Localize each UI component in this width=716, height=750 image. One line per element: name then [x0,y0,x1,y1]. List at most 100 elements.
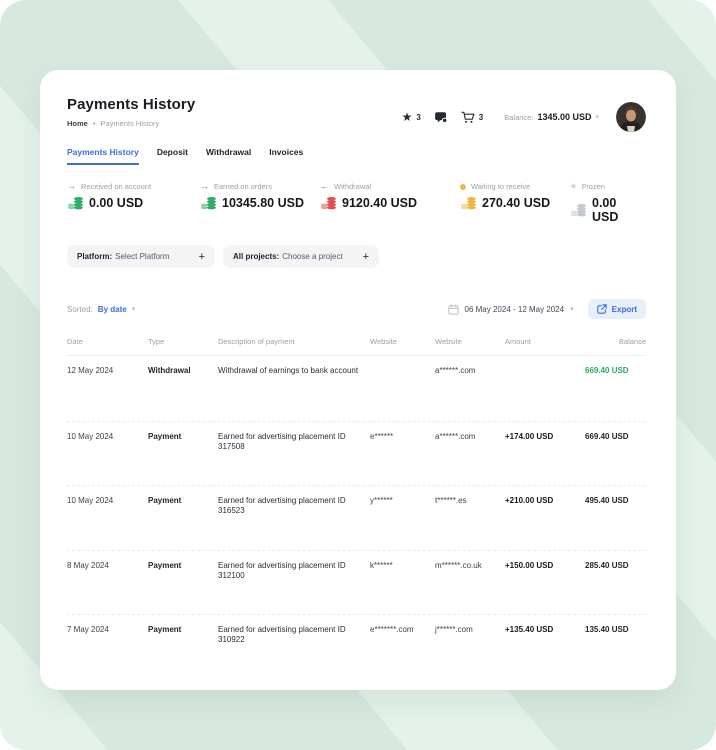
tab-withdrawal[interactable]: Withdrawal [206,147,251,165]
cart-button[interactable]: 3 [461,111,483,124]
column-header-website2: Website [435,337,505,346]
cell-website1: e*******.com [370,625,435,635]
cell-amount: +174.00 USD [505,432,577,442]
date-range-value: 06 May 2024 - 12 May 2024 [465,305,565,314]
cell-website1: k****** [370,561,435,571]
column-header-amount: Amount [505,337,577,346]
payments-table: Date Type Description of payment Website… [67,333,646,679]
stats-row: →Received on account 0.00 USD → Earned on… [67,182,646,224]
cell-website2: t******.es [435,496,505,506]
stat-value: 10345.80 USD [222,196,304,210]
breadcrumb-home-link[interactable]: Home [67,119,88,128]
export-button-label: Export [612,305,637,314]
platform-filter[interactable]: Platform:Select Platform + [67,245,215,268]
chevron-down-icon: ▾ [595,114,599,121]
export-button[interactable]: Export [588,299,646,319]
cell-amount: +150.00 USD [505,561,577,571]
cell-type: Withdrawal [148,366,218,376]
star-icon: ★ [402,111,413,123]
chevron-down-icon: ▾ [570,306,574,313]
tab-payments-history[interactable]: Payments History [67,147,139,165]
cart-count: 3 [479,113,483,122]
projects-filter-value: Choose a project [282,252,342,261]
cell-type: Payment [148,432,218,442]
stat-value: 0.00 USD [592,196,646,224]
cell-website2: a******.com [435,432,505,442]
chat-icon [434,111,448,124]
page-title: Payments History [67,96,195,113]
sort-by-dropdown[interactable]: By date [98,305,127,314]
export-icon [597,304,607,314]
snowflake-icon: ✳ [570,183,577,191]
cell-website1: y****** [370,496,435,506]
arrow-right-icon: → [200,182,209,191]
table-row[interactable]: 10 May 2024 Payment Earned for advertisi… [67,485,646,550]
sort-control: Sorted: By date ▾ [67,305,135,314]
table-header: Date Type Description of payment Website… [67,333,646,356]
projects-filter[interactable]: All projects:Choose a project + [223,245,379,268]
stat-label: Waiting to receive [471,182,530,191]
avatar[interactable] [616,102,646,132]
stat-received-on-account: →Received on account 0.00 USD [67,182,200,224]
arrow-left-icon: ← [320,182,329,191]
cell-date: 12 May 2024 [67,366,148,376]
date-range-picker[interactable]: 06 May 2024 - 12 May 2024 ▾ [448,304,574,315]
stat-withdrawal: ← Withdrawal 9120.40 USD [320,182,460,224]
header: Payments History Home • Payments History… [67,96,646,132]
cell-description: Earned for advertising placement ID 3121… [218,561,370,582]
table-row[interactable]: 10 May 2024 Payment Earned for advertisi… [67,421,646,486]
coins-icon [460,196,477,210]
filters-row: Platform:Select Platform + All projects:… [67,245,646,268]
stat-earned-on-orders: → Earned on orders 10345.80 USD [200,182,320,224]
stat-label: Frozen [582,182,605,191]
balance-label: Balance: [504,113,533,122]
balance-value: 1345.00 USD [537,112,591,122]
sorted-label: Sorted: [67,305,93,314]
platform-filter-value: Select Platform [115,252,169,261]
coins-icon [320,196,337,210]
toolbar-right: 06 May 2024 - 12 May 2024 ▾ Export [448,299,646,319]
breadcrumb: Home • Payments History [67,119,195,128]
cell-description: Withdrawal of earnings to bank account [218,366,370,376]
column-header-date: Date [67,337,148,346]
cell-website1: e****** [370,432,435,442]
platform-filter-label: Platform: [77,252,112,261]
cell-date: 7 May 2024 [67,625,148,635]
plus-icon: + [363,251,369,263]
cell-description: Earned for advertising placement ID 3109… [218,625,370,646]
stat-label: Withdrawal [334,182,371,191]
table-row[interactable]: 7 May 2024 Payment Earned for advertisin… [67,614,646,679]
breadcrumb-separator: • [93,119,96,128]
favorites-count: 3 [416,113,420,122]
column-header-description: Description of payment [218,337,370,346]
messages-button[interactable] [434,111,448,124]
arrow-right-icon: → [67,182,76,191]
breadcrumb-current: Payments History [100,119,159,128]
title-block: Payments History Home • Payments History [67,96,195,128]
table-row[interactable]: 8 May 2024 Payment Earned for advertisin… [67,550,646,615]
coins-icon [570,203,587,217]
column-header-website1: Website [370,337,435,346]
table-row[interactable]: 12 May 2024 Withdrawal Withdrawal of ear… [67,356,646,421]
cell-description: Earned for advertising placement ID 3175… [218,432,370,453]
stat-waiting-to-receive: Waiting to receive 270.40 USD [460,182,570,224]
cell-type: Payment [148,561,218,571]
cell-date: 10 May 2024 [67,432,148,442]
tab-deposit[interactable]: Deposit [157,147,188,165]
topbar: ★ 3 [402,102,646,132]
favorites-button[interactable]: ★ 3 [402,111,421,123]
stat-label: Earned on orders [214,182,272,191]
chevron-down-icon: ▾ [132,306,136,313]
balance-dropdown[interactable]: Balance: 1345.00 USD ▾ [504,112,599,122]
cell-type: Payment [148,625,218,635]
pending-dot-icon [460,184,466,190]
cell-website2: a******.com [435,366,505,376]
projects-filter-label: All projects: [233,252,279,261]
table-toolbar: Sorted: By date ▾ 06 May 2024 - 12 May 2… [67,299,646,319]
cell-description: Earned for advertising placement ID 3165… [218,496,370,517]
plus-icon: + [199,251,205,263]
stat-value: 9120.40 USD [342,196,417,210]
tab-invoices[interactable]: Invoices [269,147,303,165]
cell-amount: +210.00 USD [505,496,577,506]
tab-bar: Payments History Deposit Withdrawal Invo… [67,147,646,165]
